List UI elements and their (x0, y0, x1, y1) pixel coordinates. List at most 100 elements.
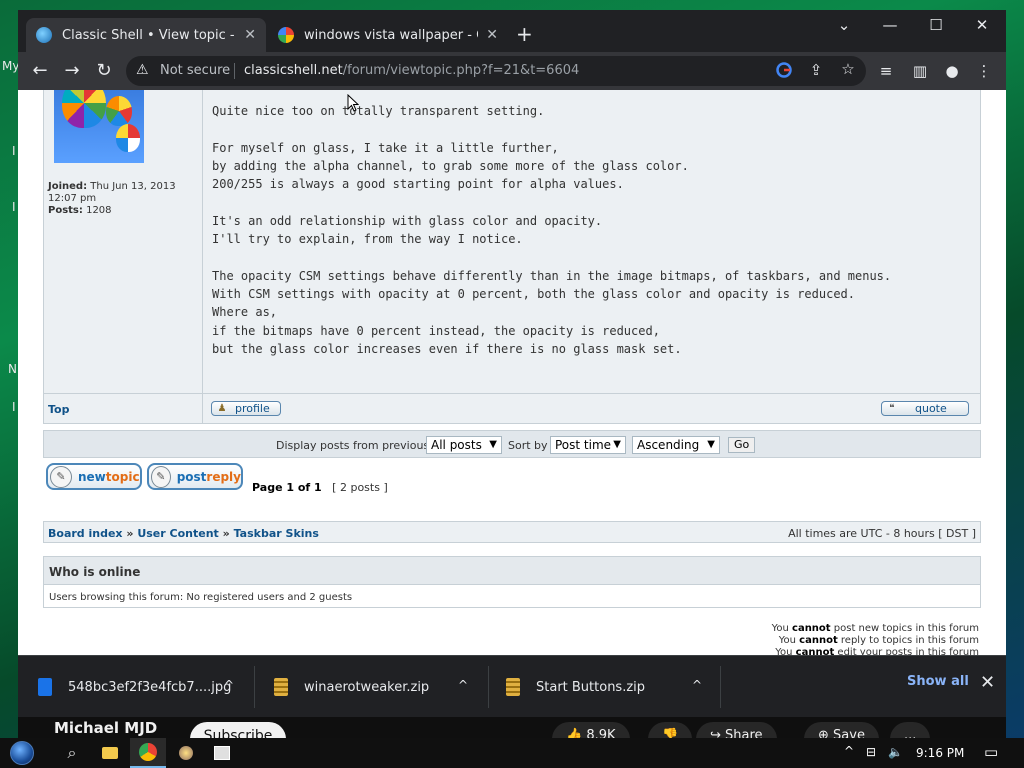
bookmark-star-icon[interactable]: ☆ (838, 60, 858, 78)
windows-orb-icon (10, 741, 34, 765)
post-line: The opacity CSM settings behave differen… (212, 268, 892, 283)
post-reply-word1: post (176, 469, 207, 484)
user-avatar[interactable] (54, 90, 144, 163)
share-icon[interactable]: ⇪ (806, 61, 826, 79)
close-window-button[interactable]: ✕ (962, 16, 1002, 34)
post-line: Where as, (212, 305, 278, 320)
posts-value: 1208 (86, 205, 112, 216)
breadcrumb-taskbar-skins[interactable]: Taskbar Skins (234, 527, 319, 540)
share-button[interactable]: ↪ Share (696, 722, 777, 738)
chevron-down-icon: ▼ (489, 439, 497, 450)
page-viewport: Joined: Thu Jun 13, 2013 12:07 pm Posts:… (18, 90, 1006, 655)
menu-icon[interactable]: ⋮ (974, 62, 994, 80)
permission-keyword: cannot (792, 623, 831, 634)
breadcrumb-user-content[interactable]: User Content (137, 527, 218, 540)
post-reply-button[interactable]: ✎ post reply (147, 463, 243, 490)
sort-by-label: Sort by (508, 439, 548, 452)
posts-period-select[interactable]: All posts ▼ (426, 436, 502, 454)
close-tab-icon[interactable]: ✕ (244, 27, 256, 43)
share-label: Share (725, 728, 763, 738)
post-line: For myself on glass, I take it a little … (212, 140, 559, 155)
chevron-up-icon[interactable]: ^ (224, 678, 234, 692)
post-content: Quite nice too on totally transparent se… (212, 102, 972, 376)
photos-taskbar-icon[interactable] (204, 738, 240, 768)
profile-icon[interactable]: ● (942, 62, 962, 80)
back-button[interactable]: ← (28, 60, 52, 82)
new-tab-button[interactable]: + (516, 24, 533, 44)
url-text[interactable]: classicshell.net/forum/viewtopic.php?f=2… (244, 63, 579, 78)
close-tab-icon[interactable]: ✕ (486, 27, 498, 43)
chevron-up-icon[interactable]: ^ (458, 678, 468, 692)
download-name: winaerotweaker.zip (304, 679, 430, 695)
quote-button[interactable]: ❝ quote (881, 401, 969, 416)
like-button[interactable]: 👍 8.9K (552, 722, 630, 738)
post-line: 200/255 is always a good starting point … (212, 177, 624, 192)
top-link[interactable]: Top (48, 403, 69, 416)
close-downloads-bar-icon[interactable]: ✕ (980, 672, 995, 693)
side-panel-icon[interactable]: ▥ (910, 62, 930, 80)
forward-button[interactable]: → (60, 60, 84, 82)
app-taskbar-icon[interactable] (168, 738, 204, 768)
clock[interactable]: 9:16 PM (916, 746, 964, 760)
pagination: Page 1 of 1 [ 2 posts ] (252, 481, 388, 494)
subscribe-button[interactable]: Subscribe (190, 722, 286, 738)
post-paragraph: Quite nice too on totally transparent se… (212, 102, 972, 120)
file-explorer-icon[interactable] (92, 738, 128, 768)
sort-bar: Display posts from previous: All posts ▼ … (43, 430, 981, 458)
volume-icon[interactable]: 🔈 (888, 745, 903, 759)
tab-search-icon[interactable]: ⌄ (824, 16, 864, 34)
chevron-up-icon[interactable]: ^ (692, 678, 702, 692)
taskbar: ⌕ ^ ⊟ 🔈 9:16 PM ▭ (0, 738, 1024, 768)
show-all-downloads-button[interactable]: Show all (907, 674, 969, 689)
media-queue-icon[interactable]: ≡ (876, 62, 896, 80)
channel-name[interactable]: Michael MJD (54, 719, 157, 737)
new-topic-word1: new (78, 469, 106, 484)
maximize-button[interactable]: ☐ (916, 16, 956, 34)
quote-icon: ❝ (889, 403, 895, 414)
start-button[interactable] (4, 738, 40, 768)
chrome-taskbar-icon[interactable] (130, 738, 166, 768)
profile-info: Joined: Thu Jun 13, 2013 12:07 pm Posts:… (48, 181, 198, 217)
download-divider (254, 666, 255, 708)
tab-google-search[interactable]: windows vista wallpaper - Googl ✕ (268, 18, 508, 52)
save-button[interactable]: ⊕ Save (804, 722, 879, 738)
download-item[interactable]: winaerotweaker.zip ^ (274, 656, 486, 718)
go-button[interactable]: Go (728, 437, 756, 453)
download-item[interactable]: Start Buttons.zip ^ (506, 656, 718, 718)
profile-icon: ♟ (217, 403, 227, 414)
breadcrumb-board-index[interactable]: Board index (48, 527, 123, 540)
image-file-icon (38, 678, 52, 696)
profile-button[interactable]: ♟ profile (211, 401, 281, 416)
more-actions-button[interactable]: ... (890, 722, 931, 738)
security-label[interactable]: Not secure (160, 63, 230, 78)
post-paragraph: For myself on glass, I take it a little … (212, 139, 972, 194)
sort-order-select[interactable]: Ascending ▼ (632, 436, 720, 454)
google-lens-icon[interactable] (774, 62, 794, 82)
new-topic-word2: topic (105, 469, 140, 484)
new-topic-button[interactable]: ✎ new topic (46, 463, 142, 490)
sort-field-select[interactable]: Post time ▼ (550, 436, 626, 454)
address-divider (234, 63, 235, 79)
network-icon[interactable]: ⊟ (866, 745, 876, 759)
address-bar[interactable]: ⚠ Not secure classicshell.net/forum/view… (126, 56, 866, 86)
notifications-icon[interactable]: ▭ (984, 743, 998, 761)
post-count: [ 2 posts ] (332, 481, 388, 494)
who-is-online-text: Users browsing this forum: No registered… (49, 592, 353, 603)
permission-prefix: You (775, 647, 796, 655)
url-path: /forum/viewtopic.php?f=21&t=6604 (342, 63, 580, 78)
post-line: by adding the alpha channel, to grab som… (212, 158, 689, 173)
chevron-down-icon: ▼ (707, 439, 715, 450)
permission-suffix: reply to topics in this forum (837, 635, 979, 646)
download-item[interactable]: 548bc3ef2f3e4fcb7....jpg ^ (38, 656, 256, 718)
reload-button[interactable]: ↻ (92, 60, 116, 82)
minimize-button[interactable]: — (870, 16, 910, 34)
dislike-button[interactable]: 👎 (648, 722, 693, 738)
breadcrumb-links: Board index » User Content » Taskbar Ski… (48, 527, 319, 540)
desktop-label: N (8, 362, 17, 376)
tab-classic-shell[interactable]: Classic Shell • View topic - Origin ✕ (26, 18, 266, 52)
show-hidden-icons[interactable]: ^ (844, 744, 854, 758)
permission-suffix: edit your posts in this forum (834, 647, 979, 655)
search-icon[interactable]: ⌕ (54, 738, 90, 768)
balloon-shape (116, 124, 140, 152)
not-secure-warning-icon[interactable]: ⚠ (136, 62, 149, 78)
